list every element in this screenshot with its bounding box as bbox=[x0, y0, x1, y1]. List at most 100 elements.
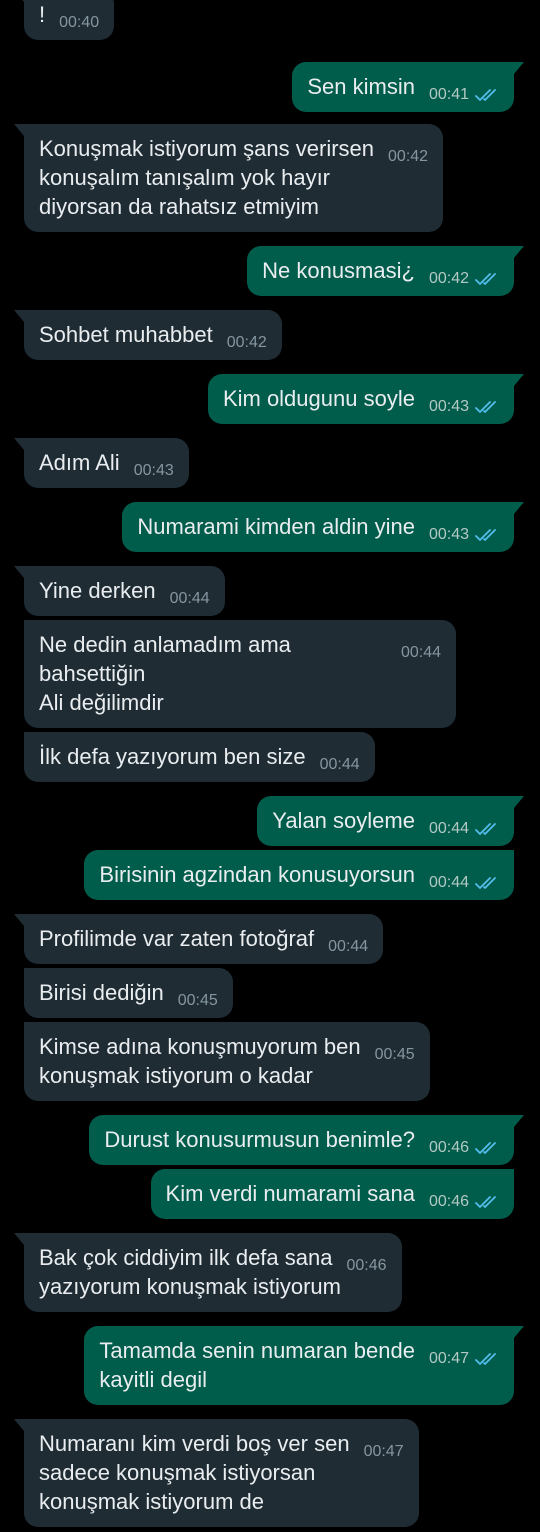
outgoing-message-bubble[interactable]: 00:42 Ne konusmasi¿ bbox=[247, 246, 524, 296]
message-text: Sohbet muhabbet bbox=[39, 322, 213, 347]
incoming-message-bubble[interactable]: 00:43 Adım Ali bbox=[14, 438, 189, 488]
double-check-read-icon bbox=[475, 528, 499, 542]
message-text: Numarami kimden aldin yine bbox=[137, 514, 415, 539]
incoming-message-bubble[interactable]: 00:44 Profilimde var zaten fotoğraf bbox=[13, 914, 384, 964]
message-text: Ne dedin anlamadım ama bahsettiğin Ali d… bbox=[39, 632, 291, 715]
outgoing-message-row: 00:41 Sen kimsin bbox=[0, 62, 540, 112]
message-meta: 00:44 bbox=[429, 874, 499, 892]
incoming-message-row: 00:45 Kimse adına konuşmuyorum ben konuşm… bbox=[0, 1022, 540, 1101]
outgoing-message-bubble[interactable]: 00:44 Birisinin agzindan konusuyorsun bbox=[84, 850, 514, 900]
message-text: Bak çok ciddiyim ilk defa sana yazıyorum… bbox=[39, 1245, 341, 1299]
message-timestamp: 00:40 bbox=[59, 14, 100, 31]
message-timestamp: 00:44 bbox=[169, 590, 210, 607]
incoming-message-row: 00:44 Ne dedin anlamadım ama bahsettiğin … bbox=[0, 620, 540, 728]
outgoing-message-row: 00:43 Numarami kimden aldin yine bbox=[0, 502, 540, 552]
message-timestamp: 00:47 bbox=[428, 1350, 469, 1367]
message-timestamp: 00:42 bbox=[388, 148, 429, 165]
outgoing-message-bubble[interactable]: 00:43 Numarami kimden aldin yine bbox=[122, 502, 524, 552]
incoming-message-row: 00:42 Sohbet muhabbet bbox=[0, 310, 540, 360]
message-timestamp: 00:43 bbox=[133, 462, 174, 479]
outgoing-message-bubble[interactable]: 00:43 Kim oldugunu soyle bbox=[207, 374, 525, 424]
message-meta: 00:42 bbox=[227, 334, 267, 352]
incoming-message-bubble[interactable]: 00:44 Ne dedin anlamadım ama bahsettiğin … bbox=[24, 620, 456, 728]
incoming-message-row: 00:40! bbox=[0, 0, 540, 40]
message-timestamp: 00:44 bbox=[319, 756, 360, 773]
message-timestamp: 00:46 bbox=[346, 1257, 387, 1274]
message-text: Numaranı kim verdi boş ver sen sadece ko… bbox=[39, 1431, 350, 1514]
double-check-read-icon bbox=[475, 1195, 499, 1209]
incoming-message-bubble[interactable]: 00:42 Sohbet muhabbet bbox=[14, 310, 282, 360]
message-text: İlk defa yazıyorum ben size bbox=[39, 744, 306, 769]
message-meta: 00:46 bbox=[429, 1193, 499, 1211]
incoming-message-row: 00:43 Adım Ali bbox=[0, 438, 540, 488]
message-meta: 00:44 bbox=[429, 820, 499, 838]
outgoing-message-row: 00:46 Durust konusurmusun benimle? bbox=[0, 1115, 540, 1165]
incoming-message-bubble[interactable]: 00:46 Bak çok ciddiyim ilk defa sana yazı… bbox=[14, 1233, 402, 1312]
message-text: Yalan soyleme bbox=[272, 808, 415, 833]
message-text: Profilimde var zaten fotoğraf bbox=[39, 926, 315, 951]
outgoing-message-row: 00:43 Kim oldugunu soyle bbox=[0, 374, 540, 424]
message-meta: 00:43 bbox=[429, 526, 499, 544]
message-meta: 00:45 bbox=[375, 1046, 415, 1064]
message-meta: 00:43 bbox=[429, 398, 499, 416]
outgoing-message-bubble[interactable]: 00:44 Yalan soyleme bbox=[257, 796, 524, 846]
message-meta: 00:44 bbox=[170, 590, 210, 608]
incoming-message-row: 00:47 Numaranı kim verdi boş ver sen sade… bbox=[0, 1419, 540, 1527]
outgoing-message-row: 00:47 Tamamda senin numaran bende kayitli… bbox=[0, 1326, 540, 1405]
message-meta: 00:46 bbox=[346, 1257, 386, 1275]
message-timestamp: 00:45 bbox=[374, 1046, 415, 1063]
incoming-message-row: 00:46 Bak çok ciddiyim ilk defa sana yazı… bbox=[0, 1233, 540, 1312]
message-timestamp: 00:43 bbox=[428, 398, 469, 415]
message-timestamp: 00:41 bbox=[428, 86, 469, 103]
message-text: Durust konusurmusun benimle? bbox=[104, 1127, 415, 1152]
message-text: Birisinin agzindan konusuyorsun bbox=[99, 862, 415, 887]
outgoing-message-row: 00:42 Ne konusmasi¿ bbox=[0, 246, 540, 296]
message-text: ! bbox=[39, 2, 46, 27]
incoming-message-bubble[interactable]: 00:45 Kimse adına konuşmuyorum ben konuşm… bbox=[24, 1022, 430, 1101]
double-check-read-icon bbox=[475, 272, 499, 286]
message-meta: 00:44 bbox=[328, 938, 368, 956]
double-check-read-icon bbox=[475, 400, 499, 414]
double-check-read-icon bbox=[475, 1141, 499, 1155]
double-check-read-icon bbox=[475, 1352, 499, 1366]
message-meta: 00:46 bbox=[429, 1139, 499, 1157]
message-timestamp: 00:46 bbox=[428, 1139, 469, 1156]
outgoing-message-bubble[interactable]: 00:41 Sen kimsin bbox=[292, 62, 524, 112]
incoming-message-row: 00:45 Birisi dediğin bbox=[0, 968, 540, 1018]
message-timestamp: 00:44 bbox=[328, 938, 369, 955]
message-text: Konuşmak istiyorum şans verirsen konuşal… bbox=[39, 136, 375, 219]
incoming-message-bubble[interactable]: 00:45 Birisi dediğin bbox=[24, 968, 233, 1018]
incoming-message-bubble[interactable]: 00:47 Numaranı kim verdi boş ver sen sade… bbox=[14, 1419, 419, 1527]
message-text: Yine derken bbox=[39, 578, 156, 603]
message-timestamp: 00:45 bbox=[177, 992, 218, 1009]
incoming-message-bubble[interactable]: 00:44 İlk defa yazıyorum ben size bbox=[24, 732, 375, 782]
incoming-message-row: 00:44 İlk defa yazıyorum ben size bbox=[0, 732, 540, 782]
message-meta: 00:45 bbox=[178, 992, 218, 1010]
outgoing-message-row: 00:44 Yalan soyleme bbox=[0, 796, 540, 846]
incoming-message-bubble[interactable]: 00:44 Yine derken bbox=[14, 566, 225, 616]
message-text: Sen kimsin bbox=[307, 74, 415, 99]
incoming-message-row: 00:42 Konuşmak istiyorum şans verirsen ko… bbox=[0, 124, 540, 232]
incoming-message-row: 00:44 Yine derken bbox=[0, 566, 540, 616]
message-meta: 00:47 bbox=[364, 1443, 404, 1461]
message-text: Kimse adına konuşmuyorum ben konuşmak is… bbox=[39, 1034, 361, 1088]
incoming-message-bubble[interactable]: 00:42 Konuşmak istiyorum şans verirsen ko… bbox=[13, 124, 444, 232]
message-meta: 00:42 bbox=[388, 148, 428, 166]
incoming-message-bubble[interactable]: 00:40! bbox=[13, 0, 115, 40]
outgoing-message-bubble[interactable]: 00:46 Durust konusurmusun benimle? bbox=[89, 1115, 524, 1165]
message-timestamp: 00:47 bbox=[363, 1443, 404, 1460]
message-meta: 00:44 bbox=[401, 644, 441, 662]
message-timestamp: 00:43 bbox=[428, 526, 469, 543]
outgoing-message-bubble[interactable]: 00:46 Kim verdi numarami sana bbox=[150, 1169, 514, 1219]
chat-message-list[interactable]: 00:40! 00:41 Sen kimsin 00:42 Konuşmak istiy… bbox=[0, 0, 540, 1527]
message-timestamp: 00:42 bbox=[226, 334, 267, 351]
outgoing-message-bubble[interactable]: 00:47 Tamamda senin numaran bende kayitli… bbox=[84, 1326, 524, 1405]
double-check-read-icon bbox=[475, 88, 499, 102]
message-text: Tamamda senin numaran bende kayitli degi… bbox=[99, 1338, 415, 1392]
message-text: Birisi dediğin bbox=[39, 980, 164, 1005]
incoming-message-row: 00:44 Profilimde var zaten fotoğraf bbox=[0, 914, 540, 964]
message-timestamp: 00:44 bbox=[428, 820, 469, 837]
outgoing-message-row: 00:44 Birisinin agzindan konusuyorsun bbox=[0, 850, 540, 900]
message-meta: 00:43 bbox=[134, 462, 174, 480]
outgoing-message-row: 00:46 Kim verdi numarami sana bbox=[0, 1169, 540, 1219]
